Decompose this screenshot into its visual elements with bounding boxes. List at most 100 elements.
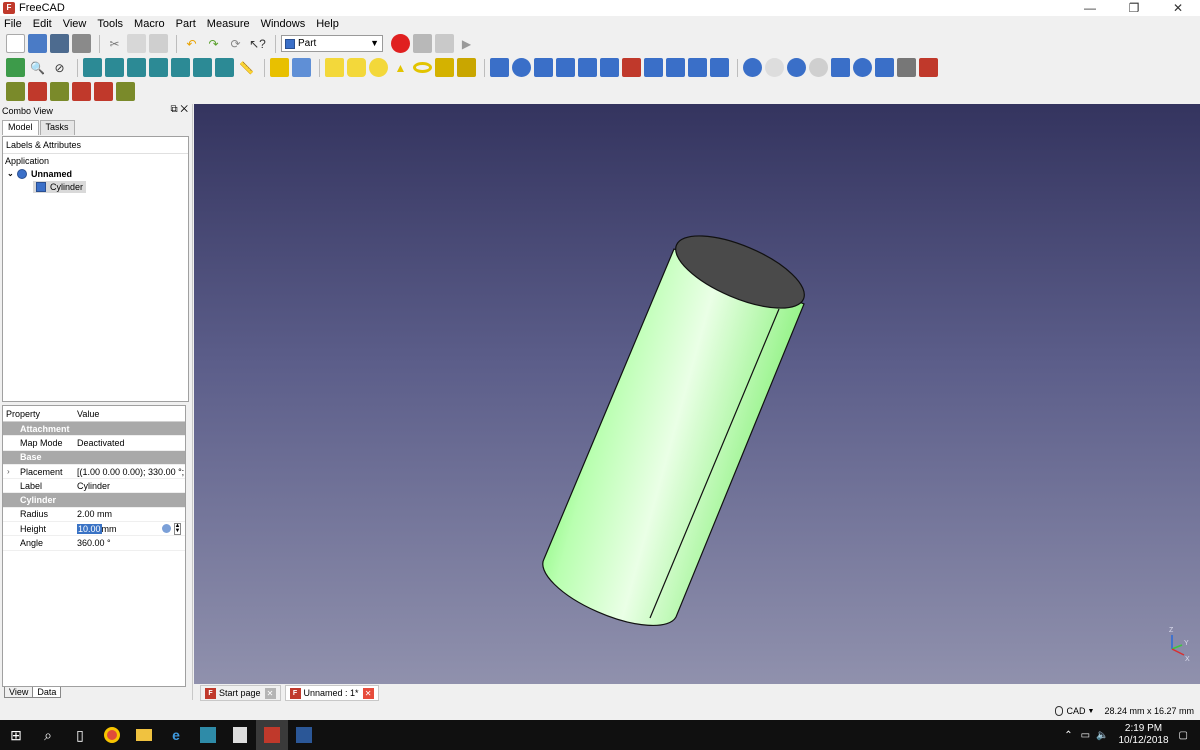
height-input[interactable]: 10.00 mm ▲ ▼ xyxy=(75,522,185,535)
tree-document[interactable]: ⌄ Unnamed xyxy=(3,167,188,180)
record-macro-icon[interactable] xyxy=(391,34,410,53)
menu-macro[interactable]: Macro xyxy=(134,18,165,30)
menu-file[interactable]: File xyxy=(4,18,22,30)
cone-icon[interactable]: ▲ xyxy=(391,58,410,77)
property-row[interactable]: Height 10.00 mm ▲ ▼ xyxy=(3,522,185,537)
navigation-style-selector[interactable]: CAD ▼ xyxy=(1054,706,1094,716)
close-tab-icon[interactable]: ✕ xyxy=(362,687,374,699)
property-value[interactable]: 2.00 mm xyxy=(75,509,185,519)
copy-icon[interactable] xyxy=(127,34,146,53)
menu-help[interactable]: Help xyxy=(316,18,339,30)
tree-root[interactable]: Application xyxy=(3,154,188,167)
chrome-icon[interactable] xyxy=(96,720,128,750)
measure-3d-icon[interactable] xyxy=(116,81,135,101)
minimize-button[interactable]: — xyxy=(1068,0,1112,16)
measure-linear-icon[interactable] xyxy=(6,81,25,101)
restore-button[interactable]: ❐ xyxy=(1112,0,1156,16)
tab-start-page[interactable]: F Start page ✕ xyxy=(200,685,281,701)
expression-icon[interactable] xyxy=(161,524,171,534)
task-view-icon[interactable]: ▯ xyxy=(64,720,96,750)
offset-tools-icon[interactable] xyxy=(688,58,707,77)
fillet-icon[interactable] xyxy=(556,58,575,77)
view-bottom-icon[interactable] xyxy=(193,58,212,77)
workbench-selector[interactable]: Part ▼ xyxy=(281,35,383,52)
menu-part[interactable]: Part xyxy=(176,18,196,30)
box-icon[interactable] xyxy=(325,58,344,77)
tab-unnamed[interactable]: F Unnamed : 1* ✕ xyxy=(284,685,379,701)
thickness-icon[interactable] xyxy=(710,58,729,77)
sphere-icon[interactable] xyxy=(369,58,388,77)
app-icon-2[interactable] xyxy=(224,720,256,750)
app-icon[interactable] xyxy=(192,720,224,750)
view-right-icon[interactable] xyxy=(149,58,168,77)
boolean-icon[interactable] xyxy=(743,58,762,77)
draw-style-icon[interactable]: ⊘ xyxy=(50,58,69,77)
save-icon[interactable] xyxy=(50,34,69,53)
freecad-taskbar-icon[interactable] xyxy=(256,720,288,750)
open-icon[interactable] xyxy=(28,34,47,53)
redo-icon[interactable]: ↷ xyxy=(204,34,223,53)
property-value[interactable]: [(1.00 0.00 0.00); 330.00 °; (... xyxy=(75,467,185,477)
tab-tasks[interactable]: Tasks xyxy=(39,120,75,135)
view-front-icon[interactable] xyxy=(105,58,124,77)
close-button[interactable]: ✕ xyxy=(1156,0,1200,16)
property-value[interactable]: Deactivated xyxy=(75,438,185,448)
fit-all-icon[interactable] xyxy=(6,58,25,77)
undo-icon[interactable]: ↶ xyxy=(182,34,201,53)
chevron-up-icon[interactable]: ⌃ xyxy=(1064,730,1072,741)
defeaturing-icon[interactable] xyxy=(919,58,938,77)
search-icon[interactable]: ⌕ xyxy=(32,720,64,750)
close-tab-icon[interactable]: ✕ xyxy=(264,687,276,699)
loft-icon[interactable] xyxy=(644,58,663,77)
panel-float-close-icon[interactable]: ⧉ ✕ xyxy=(170,104,188,115)
height-value-selected[interactable]: 10.00 xyxy=(77,523,102,534)
common-icon[interactable] xyxy=(809,58,828,77)
edit-macro-icon[interactable] xyxy=(435,34,454,53)
menu-view[interactable]: View xyxy=(63,18,87,30)
refresh-icon[interactable]: ⟳ xyxy=(226,34,245,53)
mirror-icon[interactable] xyxy=(534,58,553,77)
tab-model[interactable]: Model xyxy=(2,120,39,135)
fuse-icon[interactable] xyxy=(787,58,806,77)
cylinder-icon[interactable] xyxy=(347,58,366,77)
word-icon[interactable] xyxy=(288,720,320,750)
measure-refresh-icon[interactable] xyxy=(50,81,69,101)
3d-scene[interactable]: Z Y X xyxy=(194,104,1200,684)
measure-angular-icon[interactable] xyxy=(28,81,47,101)
primitives-icon[interactable] xyxy=(435,58,454,77)
run-macro-icon[interactable]: ▶ xyxy=(457,34,476,53)
paste-icon[interactable] xyxy=(149,34,168,53)
group-icon[interactable] xyxy=(292,58,311,77)
property-row[interactable]: Map Mode Deactivated xyxy=(3,436,185,451)
view-top-icon[interactable] xyxy=(127,58,146,77)
cut-boolean-icon[interactable] xyxy=(765,58,784,77)
menu-edit[interactable]: Edit xyxy=(33,18,52,30)
edge-icon[interactable]: e xyxy=(160,720,192,750)
extrude-icon[interactable] xyxy=(490,58,509,77)
notifications-icon[interactable]: ▢ xyxy=(1179,730,1188,741)
tab-view[interactable]: View xyxy=(4,687,34,698)
tab-data[interactable]: Data xyxy=(32,687,62,698)
cut-icon[interactable]: ✂ xyxy=(105,34,124,53)
property-row[interactable]: Label Cylinder xyxy=(3,479,185,494)
property-value[interactable]: 360.00 ° xyxy=(75,538,185,548)
fit-selection-icon[interactable]: 🔍 xyxy=(28,58,47,77)
revolve-icon[interactable] xyxy=(512,58,531,77)
expand-arrow-icon[interactable]: › xyxy=(7,467,10,476)
torus-icon[interactable] xyxy=(413,62,432,73)
property-row[interactable]: › Placement [(1.00 0.00 0.00); 330.00 °;… xyxy=(3,465,185,480)
whats-this-icon[interactable]: ↖? xyxy=(248,34,267,53)
clock[interactable]: 2:19 PM 10/12/2018 xyxy=(1118,723,1168,747)
menu-measure[interactable]: Measure xyxy=(207,18,250,30)
measure-toggle-icon[interactable] xyxy=(94,81,113,101)
menu-tools[interactable]: Tools xyxy=(97,18,123,30)
view-rear-icon[interactable] xyxy=(171,58,190,77)
view-isometric-icon[interactable] xyxy=(83,58,102,77)
new-document-icon[interactable] xyxy=(6,34,25,53)
check-geometry-icon[interactable] xyxy=(897,58,916,77)
chevron-down-icon[interactable]: ⌄ xyxy=(7,169,17,178)
stop-macro-icon[interactable] xyxy=(413,34,432,53)
volume-icon[interactable]: 🔈 xyxy=(1096,730,1108,741)
measure-distance-icon[interactable]: 📏 xyxy=(237,58,256,77)
file-explorer-icon[interactable] xyxy=(128,720,160,750)
